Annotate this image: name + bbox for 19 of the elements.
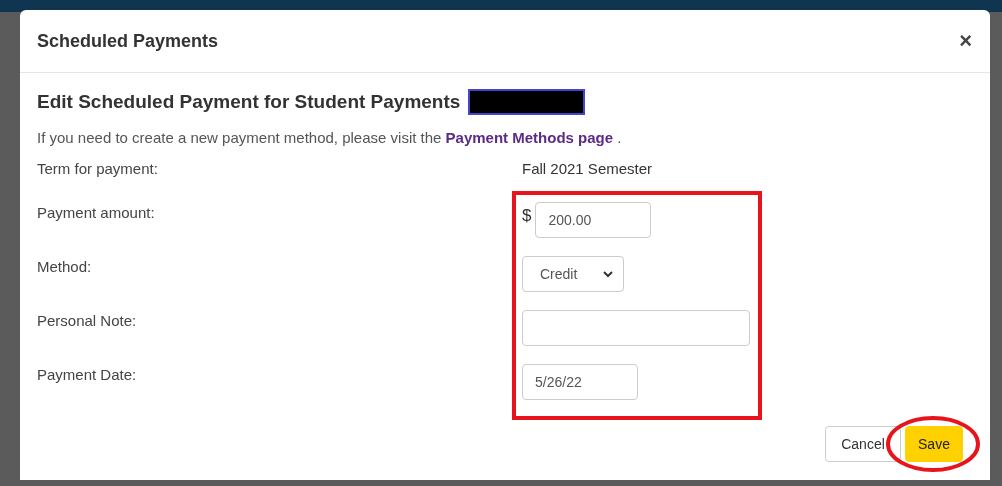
- field-label: Payment Date:: [37, 366, 137, 383]
- field-label: Personal Note:: [37, 312, 137, 329]
- info-text: If you need to create a new payment method, please visit the Payment Methods page .: [37, 129, 623, 146]
- save-button[interactable]: Save: [905, 426, 963, 462]
- chevron-down-icon: [603, 270, 613, 278]
- term-value: Fall 2021 Semester: [522, 160, 653, 177]
- field-label: Term for payment:: [37, 160, 159, 177]
- payment-methods-link[interactable]: Payment Methods page: [445, 129, 614, 146]
- form-heading: Edit Scheduled Payment for Student Payments: [37, 91, 461, 113]
- text-field[interactable]: [522, 310, 750, 346]
- cancel-button[interactable]: Cancel: [825, 426, 901, 462]
- currency-symbol: $: [522, 206, 532, 226]
- close-button[interactable]: ×: [959, 28, 972, 54]
- field-label: Payment amount:: [37, 204, 155, 221]
- dialog-title: Scheduled Payments: [37, 30, 219, 52]
- text-field[interactable]: 5/26/22: [522, 364, 638, 400]
- amount-field[interactable]: 200.00: [535, 202, 652, 238]
- field-label: Method:: [37, 258, 92, 275]
- method-dropdown[interactable]: Credit: [522, 256, 624, 292]
